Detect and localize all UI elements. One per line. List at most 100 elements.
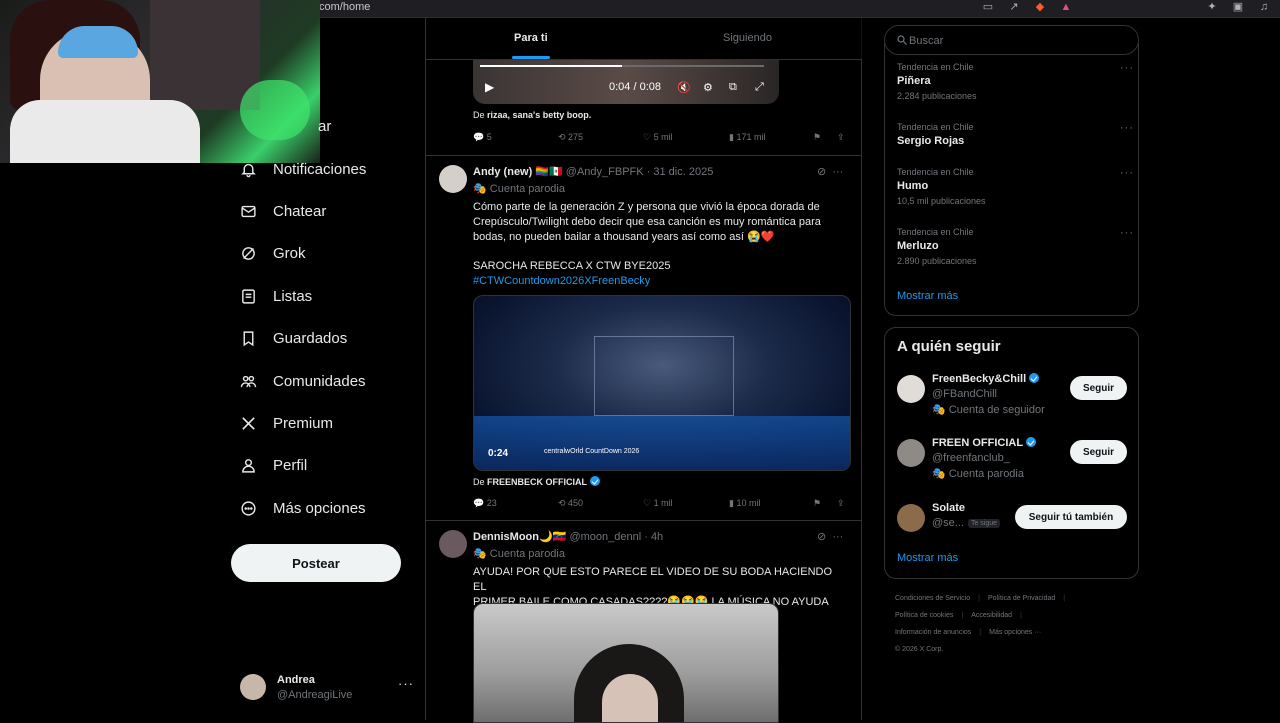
more-icon[interactable]: ··· <box>1120 167 1134 179</box>
grok-icon[interactable]: ⊘ ··· <box>817 165 843 178</box>
footer-link[interactable]: Política de cookies <box>895 612 953 619</box>
avatar[interactable] <box>439 165 467 193</box>
footer-link[interactable]: Información de anuncios <box>895 629 971 636</box>
follow-button[interactable]: Seguir <box>1070 376 1127 400</box>
tab-following[interactable]: Siguiendo <box>723 32 772 44</box>
nav-notifications[interactable]: Notificaciones <box>240 154 366 184</box>
trend-item[interactable]: Tendencia en Chile Merluzo 2.890 publica… <box>897 227 1133 266</box>
nav-label: Comunidades <box>273 372 366 390</box>
communities-icon <box>240 373 257 390</box>
nav-lists[interactable]: Listas <box>240 281 312 311</box>
timeline-tabs: Para ti Siguiendo <box>426 18 862 60</box>
footer-more-link[interactable]: Más opciones ··· <box>989 629 1041 636</box>
pip-icon[interactable]: ⧉ <box>729 81 737 94</box>
repost-button[interactable]: ⟲ 450 <box>558 498 583 509</box>
avatar[interactable] <box>897 439 925 467</box>
post-header: Andy (new) 🏳️‍🌈🇲🇽 @Andy_FBPFK · 31 dic. … <box>473 165 713 178</box>
show-more-trends-link[interactable]: Mostrar más <box>897 290 958 302</box>
follow-back-button[interactable]: Seguir tú también <box>1015 505 1127 529</box>
follow-button[interactable]: Seguir <box>1070 440 1127 464</box>
reply-button[interactable]: 💬 23 <box>473 498 497 509</box>
suggested-handle: @FBandChill <box>932 388 997 400</box>
settings-icon[interactable]: ⚙ <box>703 81 713 94</box>
sidebar-icon[interactable]: ▣ <box>1232 1 1244 13</box>
account-handle: @AndreagiLive <box>277 689 353 701</box>
video-player[interactable]: ▶ 0:04 / 0:08 🔇 ⚙ ⧉ ⤢ <box>473 60 779 104</box>
nav-communities[interactable]: Comunidades <box>240 366 366 396</box>
account-type: 🎭 Cuenta de seguidor <box>932 404 1045 416</box>
fullscreen-icon[interactable]: ⤢ <box>755 81 764 94</box>
brave-shield-icon[interactable]: ◆ <box>1034 1 1046 13</box>
repost-button[interactable]: ⟲ 275 <box>558 132 583 143</box>
tab-for-you[interactable]: Para ti <box>514 32 548 44</box>
avatar[interactable] <box>897 375 925 403</box>
author-meta[interactable]: @moon_dennl · 4h <box>569 531 663 543</box>
trend-item[interactable]: Tendencia en Chile Piñera 2.284 publicac… <box>897 62 1133 101</box>
nav-bookmarks[interactable]: Guardados <box>240 323 347 353</box>
nav-label: Perfil <box>273 456 308 474</box>
post-button[interactable]: Postear <box>231 544 401 582</box>
bookmark-button[interactable]: ⚑ <box>813 132 821 143</box>
post-actions: 💬 5 ⟲ 275 ♡ 5 mil ▮ 171 mil ⚑ ⇪ <box>473 132 853 146</box>
post-video[interactable] <box>473 603 779 723</box>
grok-icon[interactable]: ⊘ ··· <box>817 530 843 543</box>
author-meta[interactable]: @Andy_FBPFK · 31 dic. 2025 <box>566 166 714 178</box>
suggested-name: FREEN OFFICIAL <box>932 437 1036 449</box>
video-source: De rizaa, sana's betty boop. <box>473 110 592 120</box>
follow-suggestion[interactable]: FREEN OFFICIAL @freenfanclub_ 🎭 Cuenta p… <box>897 437 1129 483</box>
follow-suggestion[interactable]: Solate @se... Te sigue Seguir tú también <box>897 502 1129 548</box>
extensions-icon[interactable]: ✦ <box>1206 1 1218 13</box>
screen-icon[interactable]: ▭ <box>982 1 994 13</box>
more-icon[interactable]: ··· <box>1120 62 1134 74</box>
like-button[interactable]: ♡ 1 mil <box>643 498 673 509</box>
mute-icon[interactable]: 🔇 <box>677 81 691 94</box>
webcam-overlay <box>0 0 320 163</box>
footer-link[interactable]: Condiciones de Servicio <box>895 595 970 602</box>
footer-link[interactable]: Política de Privacidad <box>988 595 1055 602</box>
trends-panel: Tendencia en Chile Piñera 2.284 publicac… <box>884 42 1139 316</box>
more-icon[interactable]: ··· <box>1120 227 1134 239</box>
bell-icon <box>240 161 257 178</box>
like-button[interactable]: ♡ 5 mil <box>643 132 673 143</box>
share-icon[interactable]: ↗ <box>1008 1 1020 13</box>
play-icon[interactable]: ▶ <box>485 80 494 94</box>
nav-partial-label[interactable]: ar <box>318 118 331 135</box>
nav-chat[interactable]: Chatear <box>240 196 326 226</box>
trend-item[interactable]: Tendencia en Chile Humo 10,5 mil publica… <box>897 167 1133 206</box>
share-button[interactable]: ⇪ <box>837 498 845 509</box>
nav-more-options[interactable]: Más opciones <box>240 493 366 523</box>
video-source-name[interactable]: FREENBECK OFFICIAL <box>487 477 587 487</box>
nav-grok[interactable]: Grok <box>240 238 306 268</box>
nav-profile[interactable]: Perfil <box>240 450 307 480</box>
avatar[interactable] <box>439 530 467 558</box>
media-icon[interactable]: ♫ <box>1258 1 1270 13</box>
follow-suggestion[interactable]: FreenBecky&Chill @FBandChill 🎭 Cuenta de… <box>897 373 1129 419</box>
author-name[interactable]: DennisMoon🌙🇻🇪 <box>473 531 566 543</box>
nav-label: Más opciones <box>273 499 366 517</box>
brave-rewards-icon[interactable]: ▲ <box>1060 1 1072 13</box>
trend-item[interactable]: Tendencia en Chile Sergio Rojas ··· <box>897 122 1133 147</box>
avatar[interactable] <box>897 504 925 532</box>
reply-button[interactable]: 💬 5 <box>473 132 492 143</box>
views-button[interactable]: ▮ 10 mil <box>729 498 760 509</box>
hashtag-link[interactable]: #CTWCountdown2026XFreenBecky <box>473 274 843 289</box>
footer-link[interactable]: Accesibilidad <box>971 612 1012 619</box>
video-source-name[interactable]: rizaa, sana's betty boop. <box>487 110 591 120</box>
more-icon[interactable]: ··· <box>398 676 414 691</box>
concert-stage <box>594 336 734 416</box>
share-button[interactable]: ⇪ <box>837 132 845 143</box>
author-name[interactable]: Andy (new) 🏳️‍🌈🇲🇽 <box>473 166 563 178</box>
views-button[interactable]: ▮ 171 mil <box>729 132 765 143</box>
account-switcher[interactable]: Andrea @AndreagiLive ··· <box>240 672 415 704</box>
address-bar-url[interactable]: com/home <box>319 0 370 14</box>
video-progress-bar[interactable] <box>480 65 764 67</box>
video-subject-face <box>602 674 658 722</box>
show-more-follow-link[interactable]: Mostrar más <box>897 552 958 564</box>
bookmark-button[interactable]: ⚑ <box>813 498 821 509</box>
more-icon[interactable]: ··· <box>1120 122 1134 134</box>
bookmark-icon <box>240 330 257 347</box>
who-to-follow-title: A quién seguir <box>897 338 1001 355</box>
footer-links: Condiciones de Servicio | Política de Priv… <box>895 595 1066 653</box>
post-video[interactable]: 0:24 centralwOrld CountDown 2026 <box>473 295 851 471</box>
nav-premium[interactable]: Premium <box>240 408 333 438</box>
